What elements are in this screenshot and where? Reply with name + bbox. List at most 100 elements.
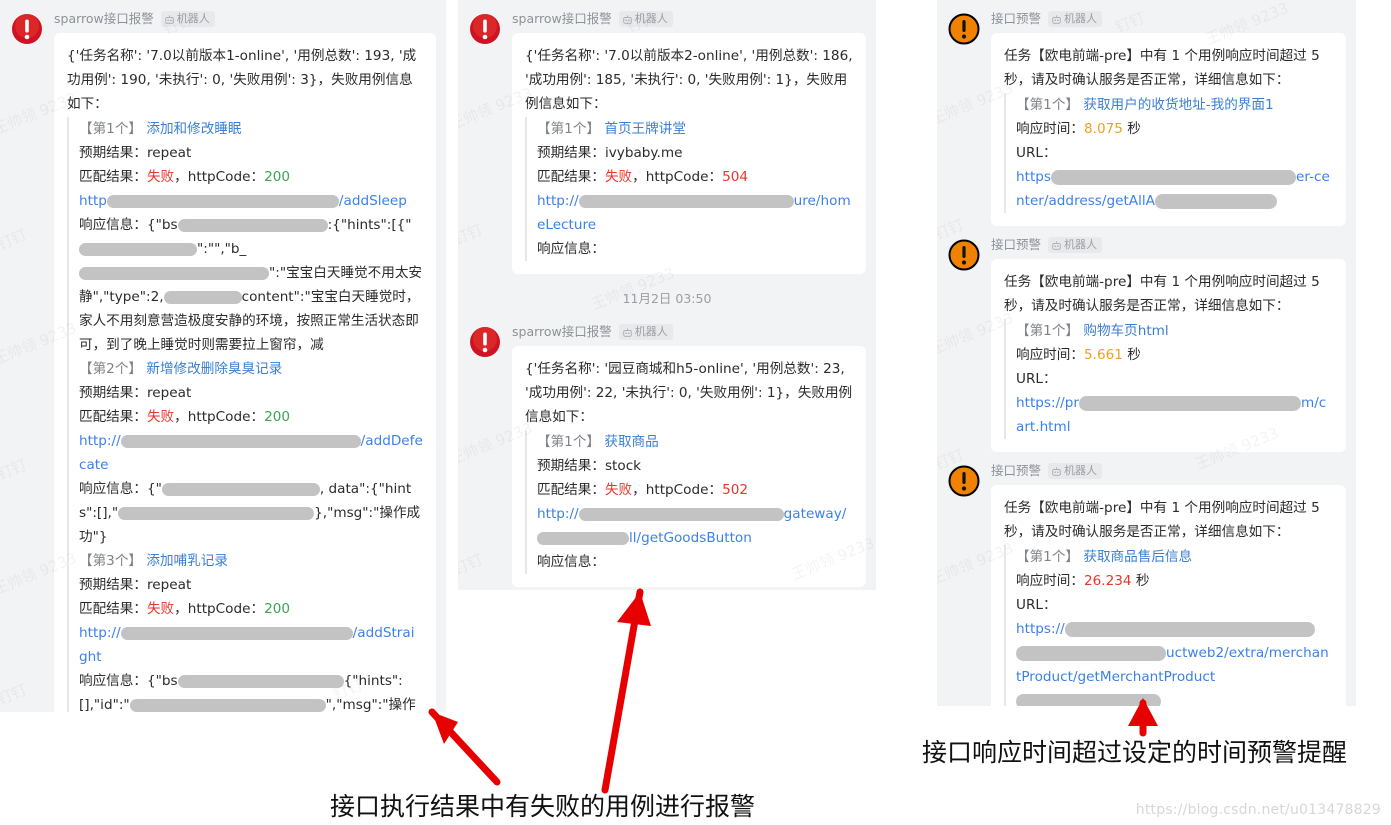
httpcode-value: 502 <box>722 482 749 498</box>
case-url[interactable]: https er-center/address/getAllA <box>1016 169 1330 209</box>
response-time-label: 响应时间： <box>1016 347 1084 363</box>
bot-badge-label: 机器人 <box>634 325 668 338</box>
annotation-right-note: 接口响应时间超过设定的时间预警提醒 <box>922 738 1348 767</box>
chat-panel-middle: 王帅领 9233 钉钉 王帅领 9233 钉钉 钉钉 王帅领 9233 王帅领 … <box>458 0 876 590</box>
case-url[interactable]: https://pr m/cart.html <box>1016 395 1326 435</box>
message-header: 接口预警 机器人 <box>991 9 1346 29</box>
day-divider: 11月2日 03:50 <box>622 291 712 306</box>
case-url[interactable]: http:///addStraight <box>79 625 414 665</box>
case-detail-list: 【第1个】 购物车页html 响应时间：5.661 秒 URL： https:/… <box>1004 319 1333 439</box>
expect-label: 预期结果： <box>79 385 147 401</box>
case-index: 【第3个】 <box>79 553 143 569</box>
redaction-bar <box>1051 169 1296 185</box>
message-header: sparrow接口报警 机器人 <box>512 322 866 342</box>
message-summary: 任务【欧电前端-pre】中有 1 个用例响应时间超过 5 秒，请及时确认服务是否… <box>1004 274 1320 314</box>
bot-badge: 机器人 <box>1048 463 1103 479</box>
match-label: 匹配结果： <box>79 409 147 425</box>
case-item: 【第2个】 新增修改删除臭臭记录 预期结果：repeat 匹配结果：失败，htt… <box>79 357 423 549</box>
case-url[interactable]: http/addSleep <box>79 193 407 209</box>
expect-label: 预期结果： <box>537 458 605 474</box>
response-time-value: 8.075 <box>1083 121 1123 137</box>
bot-badge: 机器人 <box>1048 237 1103 253</box>
expect-label: 预期结果： <box>537 145 605 161</box>
message-bubble: {'任务名称': '园豆商城和h5-online', '用例总数': 23, '… <box>512 346 866 587</box>
bot-badge: 机器人 <box>1048 11 1103 27</box>
url-mid: gateway/ <box>783 506 847 522</box>
url-label: URL： <box>1016 597 1057 613</box>
bot-badge-label: 机器人 <box>176 12 210 25</box>
sender-name: 接口预警 <box>991 463 1042 478</box>
match-value: 失败 <box>604 482 633 498</box>
case-name-link[interactable]: 首页王牌讲堂 <box>604 121 686 137</box>
response-time-unit: 秒 <box>1127 347 1141 363</box>
message-bubble: 任务【欧电前端-pre】中有 1 个用例响应时间超过 5 秒，请及时确认服务是否… <box>991 259 1346 452</box>
url-prefix: http:// <box>79 433 121 449</box>
comma: ， <box>632 169 646 185</box>
message-header: sparrow接口报警 机器人 <box>512 9 866 29</box>
case-name-link[interactable]: 添加哺乳记录 <box>146 553 228 569</box>
warning-circle-icon <box>947 464 981 498</box>
redaction-bar <box>163 290 242 304</box>
warning-circle-icon <box>947 238 981 272</box>
redaction-bar <box>1016 693 1161 706</box>
case-name-link[interactable]: 购物车页html <box>1083 323 1168 339</box>
case-name-link[interactable]: 新增修改删除臭臭记录 <box>146 361 282 377</box>
expect-value: repeat <box>146 385 192 401</box>
response-part: {"bs <box>146 673 178 689</box>
warning-circle-icon <box>947 12 981 46</box>
case-name-link[interactable]: 添加和修改睡眠 <box>146 121 241 137</box>
redaction-bar <box>1064 621 1315 637</box>
bot-badge-label: 机器人 <box>1064 238 1098 251</box>
case-index: 【第1个】 <box>537 434 601 450</box>
case-url[interactable]: http:// gateway/ll/getGoodsButton <box>537 506 846 546</box>
response-time-label: 响应时间： <box>1016 121 1084 137</box>
url-prefix: https <box>1016 169 1051 185</box>
chat-message: sparrow接口报警 机器人 {'任务名称': '园豆商城和h5-online… <box>458 313 876 587</box>
case-name-link[interactable]: 获取用户的收货地址-我的界面1 <box>1083 97 1273 113</box>
sender-name: sparrow接口报警 <box>54 11 154 26</box>
sender-name: 接口预警 <box>991 11 1042 26</box>
response-time-value: 5.661 <box>1083 347 1123 363</box>
case-detail-list: 【第1个】 添加和修改睡眠 预期结果：repeat 匹配结果：失败，httpCo… <box>67 117 423 712</box>
httpcode-value: 504 <box>722 169 749 185</box>
case-url[interactable]: https://uctweb2/extra/merchantProduct/ge… <box>1016 621 1329 706</box>
case-url[interactable]: http:///addDefecate <box>79 433 423 473</box>
case-detail-list: 【第1个】 首页王牌讲堂 预期结果：ivybaby.me 匹配结果：失败，htt… <box>525 117 853 261</box>
chat-panel-right: 王帅领 9233 钉钉 王帅领 9233 钉钉 王帅领 9233 钉钉 王帅领 … <box>937 0 1356 706</box>
redaction-bar <box>177 218 328 232</box>
comma: ， <box>632 482 646 498</box>
match-label: 匹配结果： <box>537 169 605 185</box>
robot-icon <box>1052 240 1061 250</box>
comma: ， <box>174 169 188 185</box>
case-index: 【第1个】 <box>1016 549 1080 565</box>
match-label: 匹配结果： <box>79 601 147 617</box>
sender-name: 接口预警 <box>991 237 1042 252</box>
response-time-unit: 秒 <box>1135 573 1150 589</box>
response-label: 响应信息： <box>79 673 147 689</box>
case-index: 【第1个】 <box>1016 323 1080 339</box>
response-part: :{"hints": <box>327 217 392 233</box>
url-suffix: /addSleep <box>338 193 407 209</box>
robot-icon <box>1052 14 1061 24</box>
response-part: {" <box>146 481 162 497</box>
httpcode-label: httpCode： <box>645 169 723 185</box>
bot-badge: 机器人 <box>618 11 673 27</box>
httpcode-label: httpCode： <box>187 601 265 617</box>
chat-message: sparrow接口报警 机器人 {'任务名称': '7.0以前版本1-onlin… <box>0 0 446 712</box>
sender-name: sparrow接口报警 <box>512 11 612 26</box>
url-label: URL： <box>1016 371 1057 387</box>
response-time-label: 响应时间： <box>1016 573 1084 589</box>
chat-message: 接口预警 机器人 任务【欧电前端-pre】中有 1 个用例响应时间超过 5 秒，… <box>937 0 1356 226</box>
message-summary: {'任务名称': '7.0以前版本2-online', '用例总数': 186,… <box>525 48 853 112</box>
case-name-link[interactable]: 获取商品售后信息 <box>1083 549 1192 565</box>
case-name-link[interactable]: 获取商品 <box>604 434 658 450</box>
case-url[interactable]: http://ure/homeLecture <box>537 193 851 233</box>
sender-name: sparrow接口报警 <box>512 324 612 339</box>
url-mid: uct <box>1166 645 1188 661</box>
url-prefix: https:// <box>1016 621 1065 637</box>
url-prefix: http:// <box>537 506 579 522</box>
expect-value: repeat <box>146 577 192 593</box>
url-prefix: http:// <box>79 625 121 641</box>
match-value: 失败 <box>146 409 175 425</box>
url-suffix: ll/getGoodsButton <box>629 530 752 546</box>
